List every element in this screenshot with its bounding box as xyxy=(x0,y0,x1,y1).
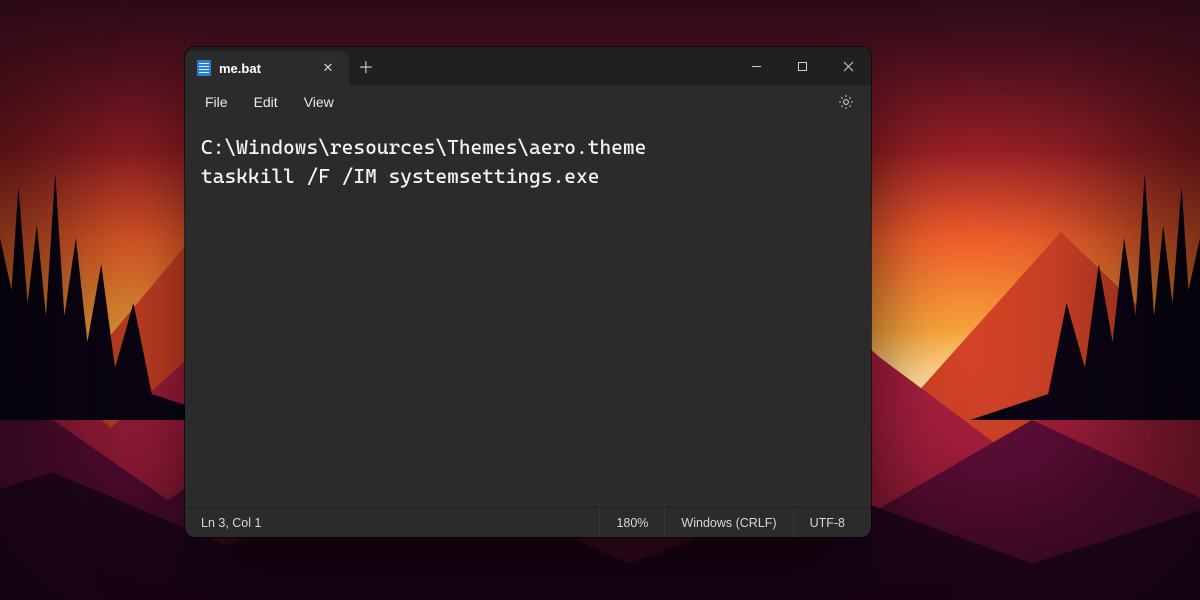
maximize-button[interactable] xyxy=(779,47,825,85)
text-editor-area[interactable]: C:\Windows\resources\Themes\aero.theme t… xyxy=(185,119,871,507)
close-tab-button[interactable]: ✕ xyxy=(317,57,339,79)
statusbar: Ln 3, Col 1 180% Windows (CRLF) UTF-8 xyxy=(185,507,871,537)
status-encoding[interactable]: UTF-8 xyxy=(793,508,861,537)
status-zoom[interactable]: 180% xyxy=(599,508,664,537)
menu-view[interactable]: View xyxy=(294,90,344,114)
menubar: File Edit View xyxy=(185,85,871,119)
tab-title: me.bat xyxy=(219,61,261,76)
menu-file[interactable]: File xyxy=(195,90,238,114)
status-cursor-position[interactable]: Ln 3, Col 1 xyxy=(195,516,261,530)
close-window-button[interactable] xyxy=(825,47,871,85)
settings-button[interactable] xyxy=(831,87,861,117)
minimize-button[interactable] xyxy=(733,47,779,85)
tab-active[interactable]: me.bat ✕ xyxy=(185,51,349,85)
new-tab-button[interactable]: ＋ xyxy=(349,47,383,85)
titlebar[interactable]: me.bat ✕ ＋ xyxy=(185,47,871,85)
gear-icon xyxy=(837,93,855,111)
document-icon xyxy=(197,60,211,76)
menu-edit[interactable]: Edit xyxy=(244,90,288,114)
notepad-window: me.bat ✕ ＋ File Edit View C:\ xyxy=(185,47,871,537)
status-line-ending[interactable]: Windows (CRLF) xyxy=(664,508,792,537)
